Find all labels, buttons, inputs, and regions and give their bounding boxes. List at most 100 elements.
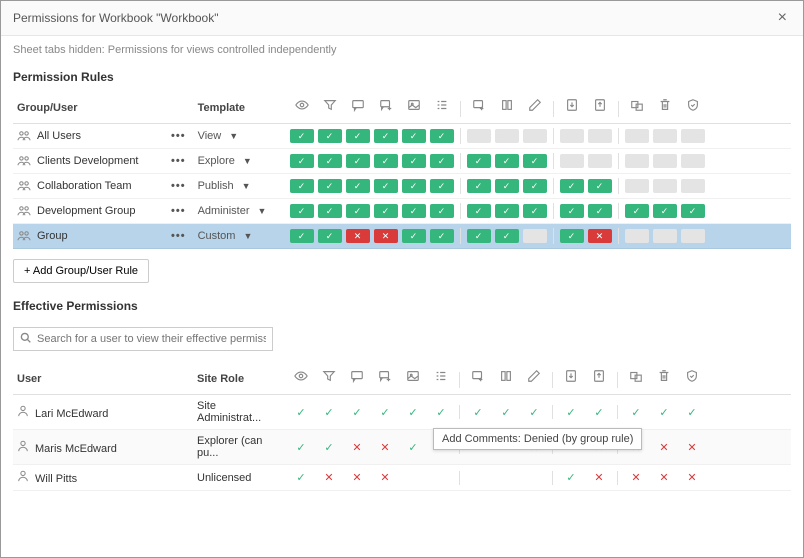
perm-cell[interactable]: ✓ xyxy=(560,229,584,243)
perm-cell[interactable]: ✓ xyxy=(290,154,314,168)
perm-cell[interactable]: ✓ xyxy=(374,179,398,193)
perm-cell[interactable] xyxy=(523,229,547,243)
perm-cell[interactable]: ✓ xyxy=(467,179,491,193)
effective-row[interactable]: Maris McEdwardExplorer (can pu...✓✓✕✕✓✓✓… xyxy=(13,430,791,465)
perm-cell[interactable] xyxy=(653,229,677,243)
perm-cell[interactable]: ✓ xyxy=(430,204,454,218)
perm-cell[interactable]: ✓ xyxy=(402,229,426,243)
perm-cell[interactable] xyxy=(625,179,649,193)
row-menu-icon[interactable]: ••• xyxy=(167,130,190,142)
perm-cell[interactable]: ✓ xyxy=(430,129,454,143)
template-select[interactable]: View▼ xyxy=(198,130,280,142)
perm-cell[interactable]: ✓ xyxy=(467,204,491,218)
perm-cell[interactable]: ✓ xyxy=(467,229,491,243)
perm-cell[interactable] xyxy=(625,129,649,143)
perm-cell[interactable]: ✓ xyxy=(681,204,705,218)
perm-cell[interactable]: ✓ xyxy=(346,204,370,218)
perm-cell[interactable]: ✓ xyxy=(495,204,519,218)
close-icon[interactable]: × xyxy=(774,9,791,27)
row-menu-icon[interactable]: ••• xyxy=(167,180,190,192)
rule-row[interactable]: Clients Development•••Explore▼✓✓✓✓✓✓✓✓✓ xyxy=(13,149,791,174)
row-menu-icon[interactable]: ••• xyxy=(167,155,190,167)
perm-cell[interactable]: ✓ xyxy=(346,129,370,143)
perm-cell[interactable]: ✓ xyxy=(467,154,491,168)
perm-cell[interactable] xyxy=(681,229,705,243)
perm-cell[interactable]: ✓ xyxy=(430,154,454,168)
perm-cell[interactable] xyxy=(560,154,584,168)
search-input[interactable] xyxy=(37,333,266,345)
perm-cell[interactable]: ✓ xyxy=(523,179,547,193)
perm-cell[interactable]: ✓ xyxy=(625,204,649,218)
rule-row[interactable]: Development Group•••Administer▼✓✓✓✓✓✓✓✓✓… xyxy=(13,199,791,224)
perm-cell[interactable]: ✕ xyxy=(374,229,398,243)
perm-cell[interactable]: ✓ xyxy=(290,204,314,218)
perm-cell[interactable]: ✓ xyxy=(318,204,342,218)
perm-cell[interactable] xyxy=(625,154,649,168)
perm-cell[interactable]: ✓ xyxy=(430,179,454,193)
template-select[interactable]: Explore▼ xyxy=(198,155,280,167)
perm-cell[interactable] xyxy=(467,129,491,143)
perm-cell[interactable] xyxy=(523,129,547,143)
perm-cell[interactable] xyxy=(681,154,705,168)
perm-cell[interactable]: ✓ xyxy=(318,229,342,243)
perm-cell[interactable] xyxy=(560,129,584,143)
perm-cell[interactable]: ✓ xyxy=(402,154,426,168)
perm-cell[interactable] xyxy=(495,129,519,143)
perm-cell[interactable]: ✓ xyxy=(495,229,519,243)
rule-row[interactable]: All Users•••View▼✓✓✓✓✓✓ xyxy=(13,124,791,149)
eff-perm-cell: ✕ xyxy=(652,441,676,454)
perm-cell[interactable]: ✓ xyxy=(495,179,519,193)
row-menu-icon[interactable]: ••• xyxy=(167,230,190,242)
perm-cell[interactable]: ✓ xyxy=(653,204,677,218)
perm-cell[interactable]: ✓ xyxy=(588,179,612,193)
perm-cell[interactable]: ✓ xyxy=(560,204,584,218)
perm-cell[interactable]: ✓ xyxy=(290,229,314,243)
perm-cell[interactable] xyxy=(625,229,649,243)
perm-cell[interactable]: ✓ xyxy=(374,154,398,168)
perm-cell[interactable]: ✓ xyxy=(430,229,454,243)
perm-cell[interactable]: ✓ xyxy=(318,179,342,193)
template-select[interactable]: Publish▼ xyxy=(198,180,280,192)
perm-cell[interactable] xyxy=(681,129,705,143)
perm-cell[interactable]: ✕ xyxy=(346,229,370,243)
perm-cell[interactable]: ✓ xyxy=(290,179,314,193)
perm-cell[interactable]: ✓ xyxy=(523,204,547,218)
col-group-user: Group/User xyxy=(13,92,163,124)
rule-row[interactable]: Collaboration Team•••Publish▼✓✓✓✓✓✓✓✓✓✓✓ xyxy=(13,174,791,199)
perm-cell[interactable]: ✓ xyxy=(402,129,426,143)
perm-cell[interactable]: ✓ xyxy=(588,204,612,218)
perm-cell[interactable] xyxy=(653,154,677,168)
template-select[interactable]: Custom▼ xyxy=(198,230,280,242)
perm-cell[interactable]: ✓ xyxy=(346,179,370,193)
permissions-dialog: Permissions for Workbook "Workbook" × Sh… xyxy=(0,0,804,558)
effective-row[interactable]: Lari McEdwardSite Administrat...✓✓✓✓✓✓✓✓… xyxy=(13,395,791,430)
effective-row[interactable]: Will PittsUnlicensed✓✕✕✕✓✕✕✕✕ xyxy=(13,465,791,491)
row-menu-icon[interactable]: ••• xyxy=(167,205,190,217)
perm-cell[interactable] xyxy=(588,154,612,168)
perm-cell[interactable]: ✓ xyxy=(374,204,398,218)
perm-cell[interactable]: ✓ xyxy=(318,129,342,143)
perm-cell[interactable] xyxy=(588,129,612,143)
perm-cell[interactable]: ✓ xyxy=(495,154,519,168)
perm-cell[interactable]: ✓ xyxy=(374,129,398,143)
perm-cell[interactable]: ✓ xyxy=(560,179,584,193)
perm-cell[interactable]: ✓ xyxy=(523,154,547,168)
site-role: Explorer (can pu... xyxy=(197,435,262,459)
perm-cell[interactable]: ✕ xyxy=(588,229,612,243)
perm-cell[interactable] xyxy=(653,179,677,193)
perm-cell[interactable]: ✓ xyxy=(290,129,314,143)
perm-cell[interactable]: ✓ xyxy=(402,204,426,218)
perm-cell[interactable] xyxy=(653,129,677,143)
rule-row[interactable]: Group•••Custom▼✓✓✕✕✓✓✓✓✓✕ xyxy=(13,224,791,249)
template-select[interactable]: Administer▼ xyxy=(198,205,280,217)
add-group-user-button[interactable]: + Add Group/User Rule xyxy=(13,259,149,283)
search-box[interactable] xyxy=(13,327,273,351)
summary-icon xyxy=(428,98,456,115)
perm-cell[interactable] xyxy=(681,179,705,193)
perm-cell[interactable]: ✓ xyxy=(318,154,342,168)
full-data-icon xyxy=(586,98,614,115)
eff-perm-cell: ✕ xyxy=(652,471,676,484)
perm-cell[interactable]: ✓ xyxy=(346,154,370,168)
web-edit-icon xyxy=(464,369,492,386)
perm-cell[interactable]: ✓ xyxy=(402,179,426,193)
